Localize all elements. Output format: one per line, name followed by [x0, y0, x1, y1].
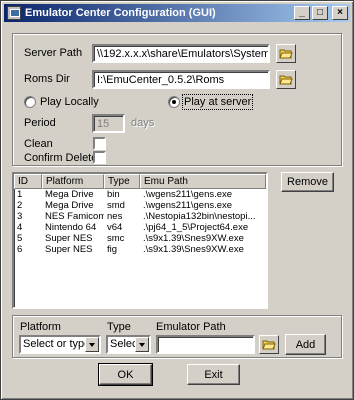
confirm-delete-checkbox[interactable] — [93, 151, 106, 164]
minimize-button[interactable]: _ — [294, 6, 310, 20]
emulator-path-label: Emulator Path — [156, 321, 226, 333]
cell-type: fig — [107, 244, 118, 255]
server-path-label: Server Path — [24, 47, 83, 59]
title-bar[interactable]: Emulator Center Configuration (GUI) _ □ … — [4, 4, 350, 22]
platform-combo[interactable]: Select or type — [19, 335, 101, 354]
add-button[interactable]: Add — [285, 334, 326, 355]
column-header-type[interactable]: Type — [104, 174, 140, 189]
cell-type: nes — [107, 211, 123, 222]
period-field[interactable]: 15 — [92, 114, 125, 133]
list-row[interactable]: 1 Mega Drive bin .\wgens211\gens.exe — [14, 189, 266, 200]
period-label: Period — [24, 117, 56, 129]
cell-platform: Mega Drive — [45, 189, 94, 200]
period-unit: days — [131, 117, 155, 129]
window-title: Emulator Center Configuration (GUI) — [25, 7, 216, 19]
play-locally-radio[interactable] — [24, 96, 36, 108]
cell-type: bin — [107, 189, 120, 200]
cell-emu-path: .\Nestopia132bin\nestopi... — [143, 211, 256, 222]
play-at-server-label[interactable]: Play at server — [181, 94, 254, 110]
play-locally-label[interactable]: Play Locally — [40, 96, 99, 108]
cell-emu-path: .\pj64_1_5\Project64.exe — [143, 222, 249, 233]
browse-server-path-button[interactable] — [276, 44, 296, 63]
emulator-path-field[interactable] — [156, 335, 255, 354]
type-combo[interactable]: Select — [106, 335, 151, 354]
cell-id: 6 — [17, 244, 23, 255]
cell-emu-path: .\s9x1.39\Snes9XW.exe — [143, 233, 244, 244]
column-header-platform[interactable]: Platform — [42, 174, 104, 189]
cell-platform: Super NES — [45, 244, 93, 255]
confirm-delete-label: Confirm Delete — [24, 152, 98, 164]
column-header-emu-path[interactable]: Emu Path — [140, 174, 266, 189]
maximize-button[interactable]: □ — [312, 6, 328, 20]
type-label: Type — [107, 321, 131, 333]
exit-button[interactable]: Exit — [187, 364, 240, 385]
platform-combo-value: Select or type — [23, 338, 91, 350]
list-row[interactable]: 5 Super NES smc .\s9x1.39\Snes9XW.exe — [14, 233, 266, 244]
list-row[interactable]: 3 NES Famicom nes .\Nestopia132bin\nesto… — [14, 211, 266, 222]
browse-roms-dir-button[interactable] — [276, 70, 296, 89]
chevron-down-icon[interactable] — [135, 337, 149, 352]
list-row[interactable]: 2 Mega Drive smd .\wgens211\gens.exe — [14, 200, 266, 211]
emulator-list[interactable]: ID Platform Type Emu Path 1 Mega Drive b… — [12, 172, 268, 309]
chevron-down-icon[interactable] — [85, 337, 99, 352]
cell-platform: Super NES — [45, 233, 93, 244]
cell-platform: NES Famicom — [45, 211, 104, 222]
cell-emu-path: .\s9x1.39\Snes9XW.exe — [143, 244, 244, 255]
app-icon — [7, 6, 21, 20]
cell-emu-path: .\wgens211\gens.exe — [143, 200, 233, 211]
play-at-server-radio[interactable] — [168, 96, 180, 108]
list-row[interactable]: 4 Nintendo 64 v64 .\pj64_1_5\Project64.e… — [14, 222, 266, 233]
cell-id: 1 — [17, 189, 23, 200]
cell-id: 5 — [17, 233, 23, 244]
cell-id: 3 — [17, 211, 23, 222]
cell-id: 2 — [17, 200, 23, 211]
config-window: Emulator Center Configuration (GUI) _ □ … — [0, 0, 354, 400]
cell-type: smc — [107, 233, 125, 244]
cell-emu-path: .\wgens211\gens.exe — [143, 189, 233, 200]
cell-id: 4 — [17, 222, 23, 233]
list-row[interactable]: 6 Super NES fig .\s9x1.39\Snes9XW.exe — [14, 244, 266, 255]
roms-dir-label: Roms Dir — [24, 73, 70, 85]
clean-checkbox[interactable] — [93, 137, 106, 150]
browse-emulator-path-button[interactable] — [259, 335, 279, 354]
cell-type: v64 — [107, 222, 123, 233]
clean-label: Clean — [24, 138, 53, 150]
roms-dir-field[interactable]: I:\EmuCenter_0.5.2\Roms — [92, 70, 270, 89]
cell-platform: Mega Drive — [45, 200, 94, 211]
cell-type: smd — [107, 200, 125, 211]
platform-label: Platform — [20, 321, 61, 333]
column-header-id[interactable]: ID — [14, 174, 42, 189]
cell-platform: Nintendo 64 — [45, 222, 97, 233]
folder-icon — [262, 340, 276, 349]
folder-icon — [279, 49, 293, 58]
server-path-field[interactable]: \\192.x.x.x\share\Emulators\Systems\ — [92, 44, 270, 63]
list-header: ID Platform Type Emu Path — [14, 174, 266, 189]
close-button[interactable]: × — [332, 6, 348, 20]
folder-icon — [279, 75, 293, 84]
ok-button[interactable]: OK — [98, 363, 153, 386]
remove-button[interactable]: Remove — [281, 172, 334, 192]
